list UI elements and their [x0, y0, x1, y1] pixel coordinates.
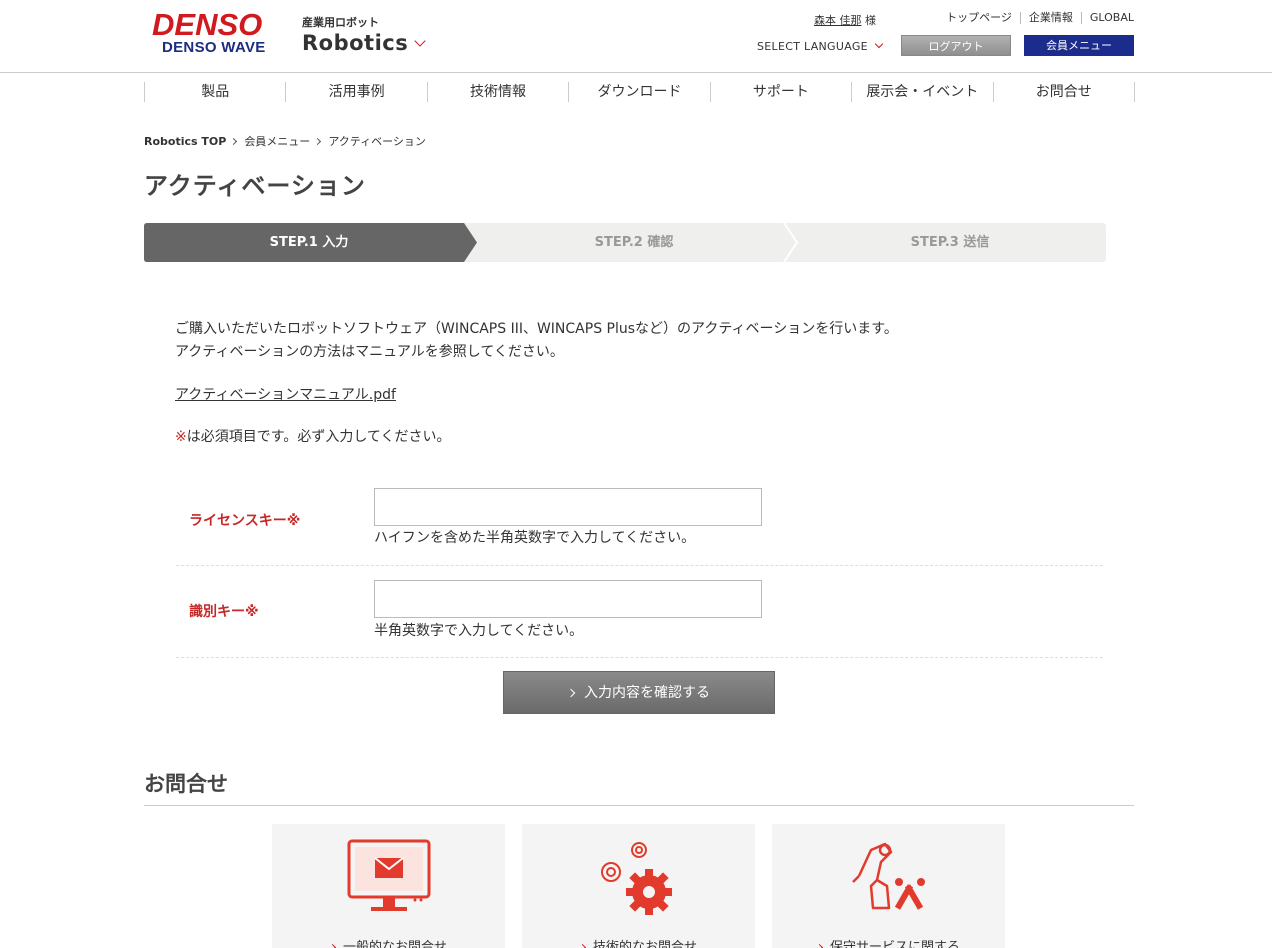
form-row-identification-key: 識別キー※ 半角英数字で入力してください。 [176, 566, 1103, 658]
contact-card-maintenance-label: 保守サービスに関する [772, 936, 1005, 948]
nav-item-cases[interactable]: 活用事例 [285, 82, 426, 102]
nav-item-tech-info[interactable]: 技術情報 [426, 82, 568, 102]
step-indicator: STEP.1 入力 STEP.2 確認 STEP.3 送信 [144, 223, 1106, 262]
top-links: トップページ 企業情報 GLOBAL [938, 12, 1134, 24]
user-name-link[interactable]: 森本 佳那 [814, 14, 862, 27]
contact-card-maintenance[interactable]: 保守サービスに関する [772, 824, 1005, 948]
breadcrumb-current: アクティベーション [328, 135, 426, 148]
logo-denso-wave-text: DENSO WAVE [162, 39, 266, 56]
denso-logo[interactable]: DENSO DENSO WAVE [152, 7, 274, 56]
step-2-confirm: STEP.2 確認 [594, 235, 674, 250]
nav-item-events[interactable]: 展示会・イベント [851, 82, 992, 102]
logo-denso-text: DENSO [152, 7, 263, 42]
logout-button[interactable]: ログアウト [901, 35, 1011, 56]
top-link-global[interactable]: GLOBAL [1080, 12, 1134, 24]
chevron-right-icon [578, 943, 587, 948]
contact-card-general-text: 一般的なお問合せ [342, 940, 447, 948]
chevron-down-icon [414, 35, 426, 47]
top-link-company[interactable]: 企業情報 [1019, 12, 1081, 24]
contact-divider [144, 805, 1134, 806]
contact-card-technical[interactable]: 技術的なお問合せ [522, 824, 755, 948]
required-note-text: は必須項目です。必ず入力してください。 [186, 429, 451, 445]
chevron-down-icon [874, 39, 884, 49]
manual-pdf-link[interactable]: アクティベーションマニュアル.pdf [175, 384, 396, 404]
select-language[interactable]: SELECT LANGUAGE [757, 39, 884, 53]
nav-item-contact[interactable]: お問合せ [992, 82, 1134, 102]
global-nav: 製品 活用事例 技術情報 ダウンロード サポート 展示会・イベント お問合せ [144, 82, 1135, 102]
intro-text: ご購入いただいたロボットソフトウェア（WINCAPS III、WINCAPS P… [175, 318, 898, 364]
contact-card-general[interactable]: 一般的なお問合せ [272, 824, 505, 948]
chevron-right-icon [314, 137, 322, 146]
form-row-license-key: ライセンスキー※ ハイフンを含めた半角英数字で入力してください。 [176, 476, 1103, 566]
nav-item-products[interactable]: 製品 [144, 82, 285, 102]
required-mark: ※ [175, 429, 187, 445]
chevron-right-icon [328, 943, 337, 948]
site-title-robotics[interactable]: Robotics [302, 31, 426, 55]
page-title: アクティベーション [144, 172, 366, 200]
chevron-right-icon [815, 943, 824, 948]
nav-item-support[interactable]: サポート [709, 82, 851, 102]
contact-section-title: お問合せ [144, 772, 228, 796]
confirm-input-label: 入力内容を確認する [584, 685, 710, 701]
contact-card-maintenance-text: 保守サービスに関する [829, 940, 960, 948]
chevron-right-icon [230, 137, 238, 146]
intro-line-1: ご購入いただいたロボットソフトウェア（WINCAPS III、WINCAPS P… [175, 321, 898, 337]
contact-card-technical-text: 技術的なお問合せ [592, 940, 697, 948]
step-3-send: STEP.3 送信 [910, 235, 990, 250]
identification-key-label: 識別キー※ [189, 604, 259, 620]
license-key-hint: ハイフンを含めた半角英数字で入力してください。 [374, 530, 696, 546]
identification-key-input[interactable] [374, 580, 762, 618]
select-language-label: SELECT LANGUAGE [757, 40, 868, 53]
site-subtitle: 産業用ロボット [302, 16, 379, 29]
required-note: ※は必須項目です。必ず入力してください。 [175, 426, 451, 446]
step-1-input: STEP.1 入力 [269, 235, 349, 250]
intro-line-2: アクティベーションの方法はマニュアルを参照してください。 [175, 344, 564, 360]
robot-arm-tools-icon [851, 842, 925, 910]
license-key-input[interactable] [374, 488, 762, 526]
gears-icon [600, 842, 672, 915]
top-link-home[interactable]: トップページ [938, 12, 1020, 24]
chevron-right-icon [566, 688, 576, 698]
breadcrumb: Robotics TOP 会員メニュー アクティベーション [144, 133, 426, 149]
site-header: DENSO DENSO WAVE 産業用ロボット Robotics 森本 佳那 … [0, 0, 1272, 73]
contact-card-technical-label: 技術的なお問合せ [522, 936, 755, 948]
breadcrumb-robotics-top[interactable]: Robotics TOP [144, 135, 226, 148]
identification-key-hint: 半角英数字で入力してください。 [374, 623, 584, 639]
nav-item-download[interactable]: ダウンロード [568, 82, 709, 102]
confirm-input-button[interactable]: 入力内容を確認する [503, 671, 775, 714]
license-key-label: ライセンスキー※ [189, 513, 301, 529]
user-suffix: 様 [861, 14, 876, 27]
user-greeting: 森本 佳那 様 [814, 12, 876, 28]
breadcrumb-member-menu[interactable]: 会員メニュー [244, 135, 310, 148]
monitor-mail-icon [347, 839, 430, 911]
member-menu-button[interactable]: 会員メニュー [1024, 35, 1134, 56]
contact-card-general-label: 一般的なお問合せ [272, 936, 505, 948]
site-title-text: Robotics [302, 31, 409, 55]
